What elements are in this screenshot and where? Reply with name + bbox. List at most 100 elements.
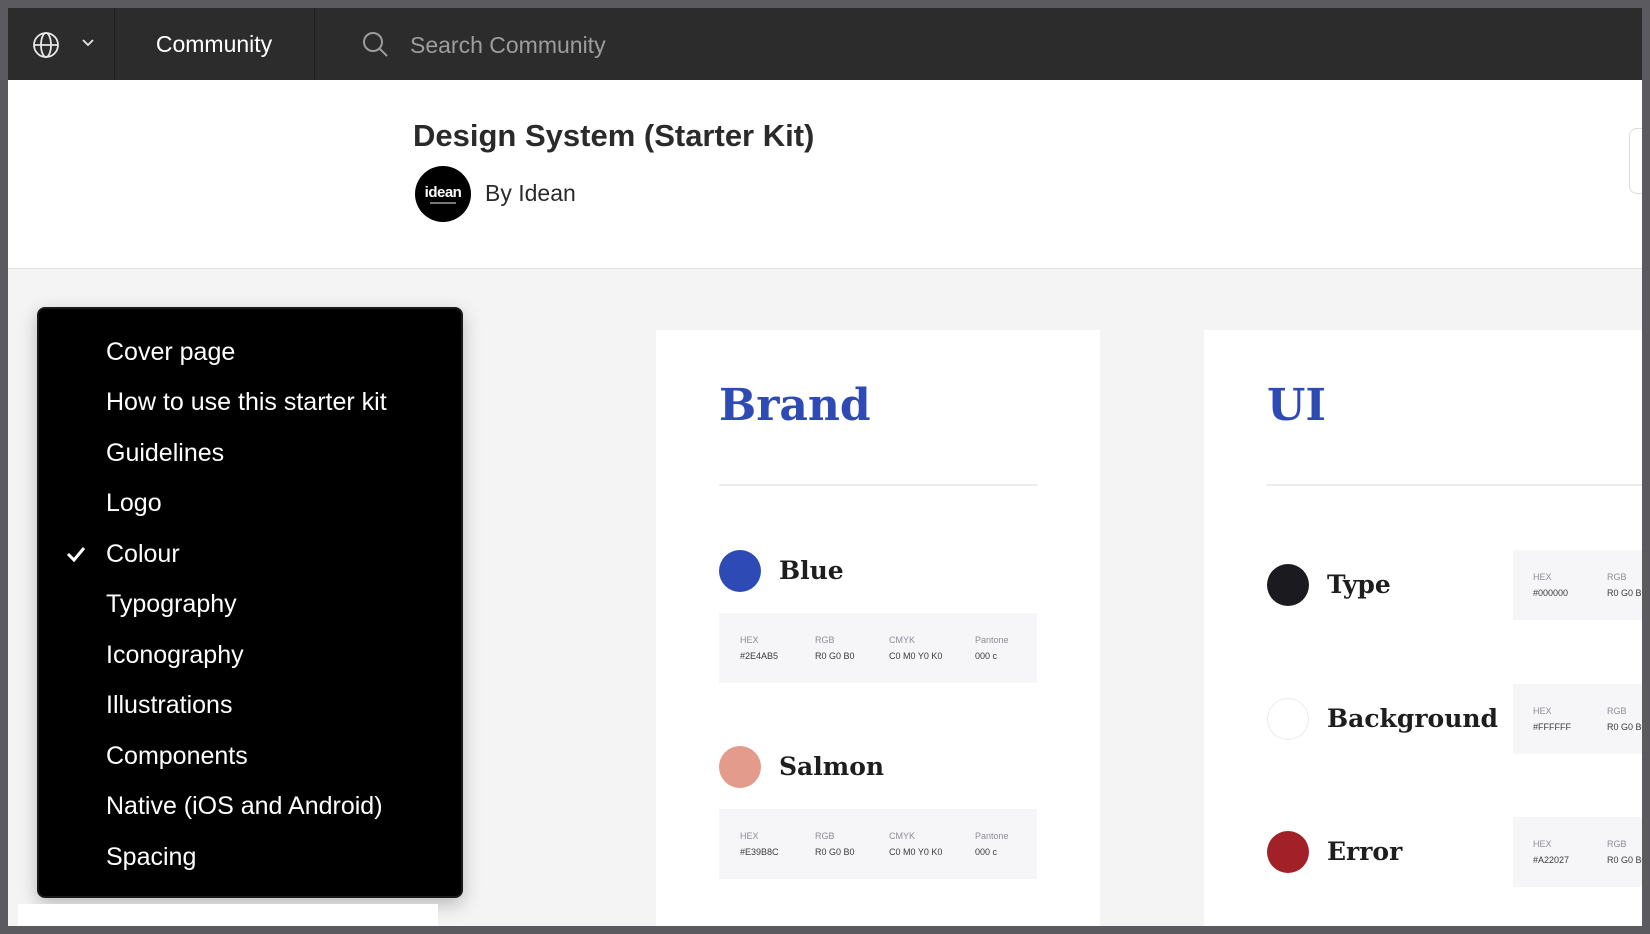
- color-swatch: [1267, 698, 1309, 740]
- menu-item-label: Typography: [106, 590, 237, 619]
- globe-icon: [33, 32, 59, 58]
- color-name: Type: [1327, 570, 1391, 599]
- community-tab[interactable]: Community: [114, 8, 315, 80]
- menu-item[interactable]: Logo: [39, 479, 461, 530]
- spec-value: #000000: [1533, 588, 1569, 598]
- spec-label: RGB: [815, 635, 835, 645]
- menu-item-label: Cover page: [106, 337, 236, 366]
- spec-rgb: RGB R0 G0 B0: [1607, 572, 1642, 600]
- spec-hex: HEX #A22027: [1533, 839, 1569, 867]
- ui-colors-card[interactable]: UI Type HEX #000000 RGB R0 G0 B0 Backgroun…: [1204, 330, 1642, 926]
- search-icon: [363, 32, 388, 57]
- spec-label: RGB: [1607, 706, 1627, 716]
- brand-colors-card[interactable]: Brand Blue HEX #2E4AB5 RGB R0 G0 B0 CMYK C0…: [656, 330, 1100, 926]
- menu-item-label: Illustrations: [106, 691, 233, 720]
- color-swatch: [1267, 564, 1309, 606]
- menu-footer-strip: [18, 904, 438, 926]
- spec-hex: HEX #000000: [1533, 572, 1568, 600]
- avatar[interactable]: idean: [415, 166, 471, 222]
- spec-label: RGB: [1607, 572, 1627, 582]
- color-specs: HEX #2E4AB5 RGB R0 G0 B0 CMYK C0 M0 Y0 K0 P…: [719, 613, 1037, 683]
- menu-item[interactable]: Spacing: [39, 832, 461, 883]
- spec-label: RGB: [815, 831, 835, 841]
- checkmark-icon: [66, 547, 86, 563]
- spec-hex: HEX #E39B8C: [740, 831, 779, 859]
- spec-label: RGB: [1607, 839, 1627, 849]
- color-swatch: [719, 746, 761, 788]
- spec-label: HEX: [1533, 839, 1552, 849]
- spec-value: C0 M0 Y0 K0: [889, 847, 943, 857]
- spec-pantone: Pantone 000 c: [975, 635, 1009, 663]
- spec-rgb: RGB R0 G0 B0: [815, 635, 855, 663]
- spec-rgb: RGB R0 G0 B0: [1607, 839, 1642, 867]
- color-swatch: [1267, 831, 1309, 873]
- spec-label: Pantone: [975, 831, 1009, 841]
- menu-item[interactable]: Guidelines: [39, 428, 461, 479]
- spec-value: #A22027: [1533, 855, 1570, 865]
- color-specs: HEX #E39B8C RGB R0 G0 B0 CMYK C0 M0 Y0 K0 P…: [719, 809, 1037, 879]
- menu-item-label: Spacing: [106, 842, 197, 871]
- side-panel-handle[interactable]: [1629, 128, 1642, 194]
- author-link[interactable]: By Idean: [485, 180, 576, 207]
- card-heading: UI: [1267, 380, 1326, 431]
- menu-item-label: How to use this starter kit: [106, 388, 387, 417]
- spec-hex: HEX #2E4AB5: [740, 635, 778, 663]
- language-selector[interactable]: [8, 8, 115, 80]
- spec-value: #FFFFFF: [1533, 722, 1571, 732]
- spec-value: 000 c: [975, 847, 998, 857]
- file-header: Design System (Starter Kit) idean By Ide…: [8, 80, 1642, 269]
- spec-value: #2E4AB5: [740, 651, 779, 661]
- color-name: Blue: [779, 556, 844, 585]
- menu-item-label: Components: [106, 741, 248, 770]
- spec-value: R0 G0 B0: [815, 847, 855, 857]
- chevron-down-icon: [82, 39, 94, 47]
- menu-item[interactable]: Cover page: [39, 327, 461, 378]
- color-name: Error: [1327, 837, 1403, 866]
- spec-pantone: Pantone 000 c: [975, 831, 1009, 859]
- spec-rgb: RGB R0 G0 B0: [1607, 706, 1642, 734]
- color-name: Background: [1327, 704, 1499, 733]
- spec-value: R0 G0 B0: [815, 651, 855, 661]
- menu-item-label: Guidelines: [106, 438, 225, 467]
- top-bar: Community: [8, 8, 1642, 80]
- menu-item-label: Colour: [106, 539, 180, 568]
- menu-item[interactable]: Illustrations: [39, 681, 461, 732]
- divider: [719, 484, 1037, 486]
- menu-item[interactable]: Colour: [39, 529, 461, 580]
- spec-value: R0 G0 B0: [1607, 722, 1642, 732]
- menu-item-label: Logo: [106, 489, 162, 518]
- color-specs: HEX #000000 RGB R0 G0 B0: [1513, 550, 1642, 620]
- spec-value: #E39B8C: [740, 847, 779, 857]
- menu-item[interactable]: How to use this starter kit: [39, 378, 461, 429]
- spec-label: CMYK: [889, 831, 916, 841]
- search-input[interactable]: [408, 26, 912, 64]
- color-specs: HEX #A22027 RGB R0 G0 B0: [1513, 817, 1642, 887]
- spec-label: Pantone: [975, 635, 1009, 645]
- menu-item[interactable]: Iconography: [39, 630, 461, 681]
- spec-label: HEX: [740, 635, 759, 645]
- spec-hex: HEX #FFFFFF: [1533, 706, 1571, 734]
- avatar-logo-underline: [430, 201, 456, 204]
- spec-label: HEX: [1533, 706, 1552, 716]
- color-specs: HEX #FFFFFF RGB R0 G0 B0: [1513, 684, 1642, 754]
- spec-value: R0 G0 B0: [1607, 588, 1642, 598]
- card-heading: Brand: [719, 380, 871, 431]
- avatar-logo-text: idean: [424, 183, 462, 201]
- spec-cmyk: CMYK C0 M0 Y0 K0: [889, 635, 942, 663]
- color-name: Salmon: [779, 752, 885, 781]
- page-title: Design System (Starter Kit): [413, 118, 815, 153]
- menu-item-label: Native (iOS and Android): [106, 792, 383, 821]
- app-window: Community Design System (Starter Kit) id…: [8, 8, 1642, 926]
- pages-menu: Cover page How to use this starter kit Gui…: [37, 307, 463, 898]
- spec-value: R0 G0 B0: [1607, 855, 1642, 865]
- divider: [1267, 484, 1642, 486]
- spec-rgb: RGB R0 G0 B0: [815, 831, 855, 859]
- spec-label: HEX: [740, 831, 759, 841]
- spec-label: HEX: [1533, 572, 1552, 582]
- spec-value: 000 c: [975, 651, 998, 661]
- menu-item[interactable]: Typography: [39, 580, 461, 631]
- spec-label: CMYK: [889, 635, 916, 645]
- color-swatch: [719, 550, 761, 592]
- menu-item[interactable]: Components: [39, 731, 461, 782]
- menu-item[interactable]: Native (iOS and Android): [39, 782, 461, 833]
